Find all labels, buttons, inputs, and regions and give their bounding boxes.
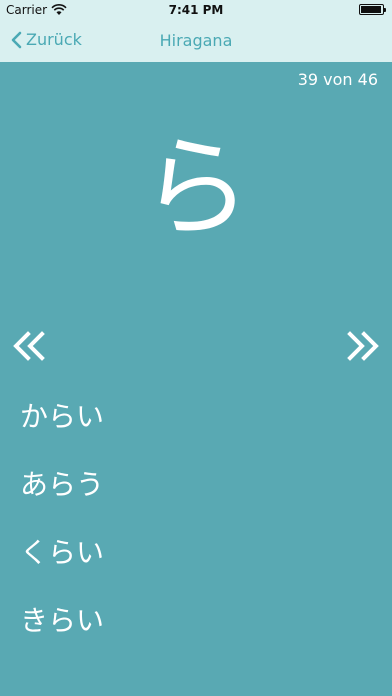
battery-fill (361, 6, 381, 13)
top-bar: Carrier 7:41 PM Zurück Hiragana (0, 0, 392, 62)
status-time: 7:41 PM (168, 3, 224, 17)
answer-option[interactable]: きらい (20, 596, 370, 664)
status-bar: Carrier 7:41 PM (0, 0, 392, 20)
answer-option[interactable]: からい (20, 392, 370, 460)
answer-option[interactable]: あらう (20, 460, 370, 528)
page-title: Hiragana (159, 31, 233, 50)
navigation-bar: Zurück Hiragana (0, 22, 392, 60)
battery-icon (359, 4, 386, 15)
answer-options: からい あらう くらい きらい (20, 392, 370, 664)
double-chevron-left-icon[interactable] (12, 328, 48, 364)
hiragana-character: ら (141, 124, 251, 252)
answer-option[interactable]: くらい (20, 528, 370, 596)
double-chevron-right-icon[interactable] (344, 328, 380, 364)
progress-counter: 39 von 46 (297, 70, 378, 89)
